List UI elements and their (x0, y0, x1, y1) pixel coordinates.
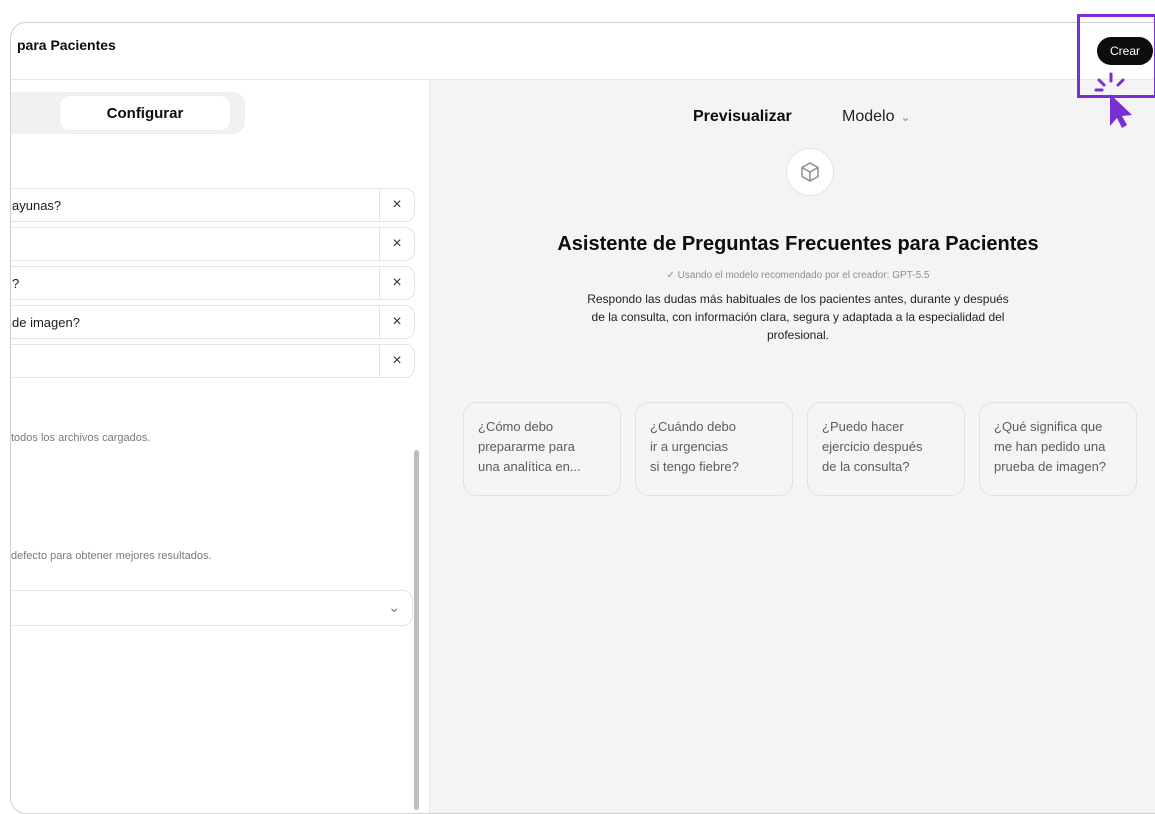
suggestion-line: de la consulta? (822, 459, 910, 474)
tab-configure[interactable]: Configurar (59, 95, 231, 131)
gpt-description: Respondo las dudas más habituales de los… (587, 292, 1009, 342)
suggestion-card[interactable]: ¿Cuándo debo ir a urgencias si tengo fie… (635, 402, 793, 496)
conversation-starter[interactable]: × (11, 344, 415, 378)
starter-text[interactable]: de imagen? (12, 315, 80, 330)
conversation-starter[interactable]: ayunas? × (11, 188, 415, 222)
page-title: para Pacientes (17, 37, 116, 53)
scrollbar[interactable] (414, 450, 419, 810)
suggestion-line: ejercicio después (822, 439, 923, 454)
suggestion-line: ¿Puedo hacer (822, 419, 904, 434)
conversation-starter[interactable]: ? × (11, 266, 415, 300)
suggestion-line: una analítica en... (478, 459, 581, 474)
model-hint: defecto para obtener mejores resultados. (11, 550, 212, 562)
suggestion-line: ir a urgencias (650, 439, 729, 454)
mode-switch: Configurar (11, 92, 245, 134)
suggestion-line: ¿Qué significa que (994, 419, 1103, 434)
suggestion-card[interactable]: ¿Cómo debo prepararme para una analítica… (463, 402, 621, 496)
suggestion-line: prueba de imagen? (994, 459, 1107, 474)
recommended-model-select[interactable]: ⌄ (11, 590, 413, 626)
top-bar: para Pacientes (11, 23, 1155, 80)
conversation-starter[interactable]: de imagen? × (11, 305, 415, 339)
starter-text[interactable]: ? (12, 276, 19, 291)
gpt-name: Asistente de Preguntas Frecuentes para P… (557, 233, 1039, 255)
suggestion-card[interactable]: ¿Puedo hacer ejercicio después de la con… (807, 402, 965, 496)
cube-icon (786, 148, 834, 196)
gpt-editor-window: para Pacientes Configurar ayunas? × × ? … (10, 22, 1155, 814)
remove-starter-button[interactable]: × (380, 228, 414, 260)
remove-starter-button[interactable]: × (380, 345, 414, 377)
conversation-starter[interactable]: × (11, 227, 415, 261)
model-note: ✓ Usando el modelo recomendado por el cr… (666, 270, 930, 281)
config-panel: Configurar ayunas? × × ? × de imagen? × … (11, 80, 430, 813)
starter-text[interactable]: ayunas? (12, 198, 61, 213)
suggestion-line: me han pedido una (994, 439, 1106, 454)
pointer-cursor-icon (1094, 72, 1134, 135)
chevron-down-icon: ⌄ (388, 599, 400, 615)
suggestion-line: si tengo fiebre? (650, 459, 739, 474)
preview-panel: Previsualizar Modelo ⌄ Asistente de Pregu… (430, 80, 1155, 813)
remove-starter-button[interactable]: × (380, 189, 414, 221)
files-hint: todos los archivos cargados. (11, 432, 151, 444)
suggestion-line: prepararme para (478, 439, 575, 454)
suggestion-line: ¿Cuándo debo (650, 419, 737, 434)
suggestion-line: ¿Cómo debo (478, 419, 554, 434)
chevron-down-icon: ⌄ (900, 110, 911, 124)
remove-starter-button[interactable]: × (380, 306, 414, 338)
model-dropdown[interactable]: Modelo ⌄ (842, 108, 911, 126)
remove-starter-button[interactable]: × (380, 267, 414, 299)
model-dropdown-label: Modelo (842, 108, 895, 125)
suggestion-card[interactable]: ¿Qué significa que me han pedido una pru… (979, 402, 1137, 496)
tab-preview[interactable]: Previsualizar (693, 108, 792, 126)
